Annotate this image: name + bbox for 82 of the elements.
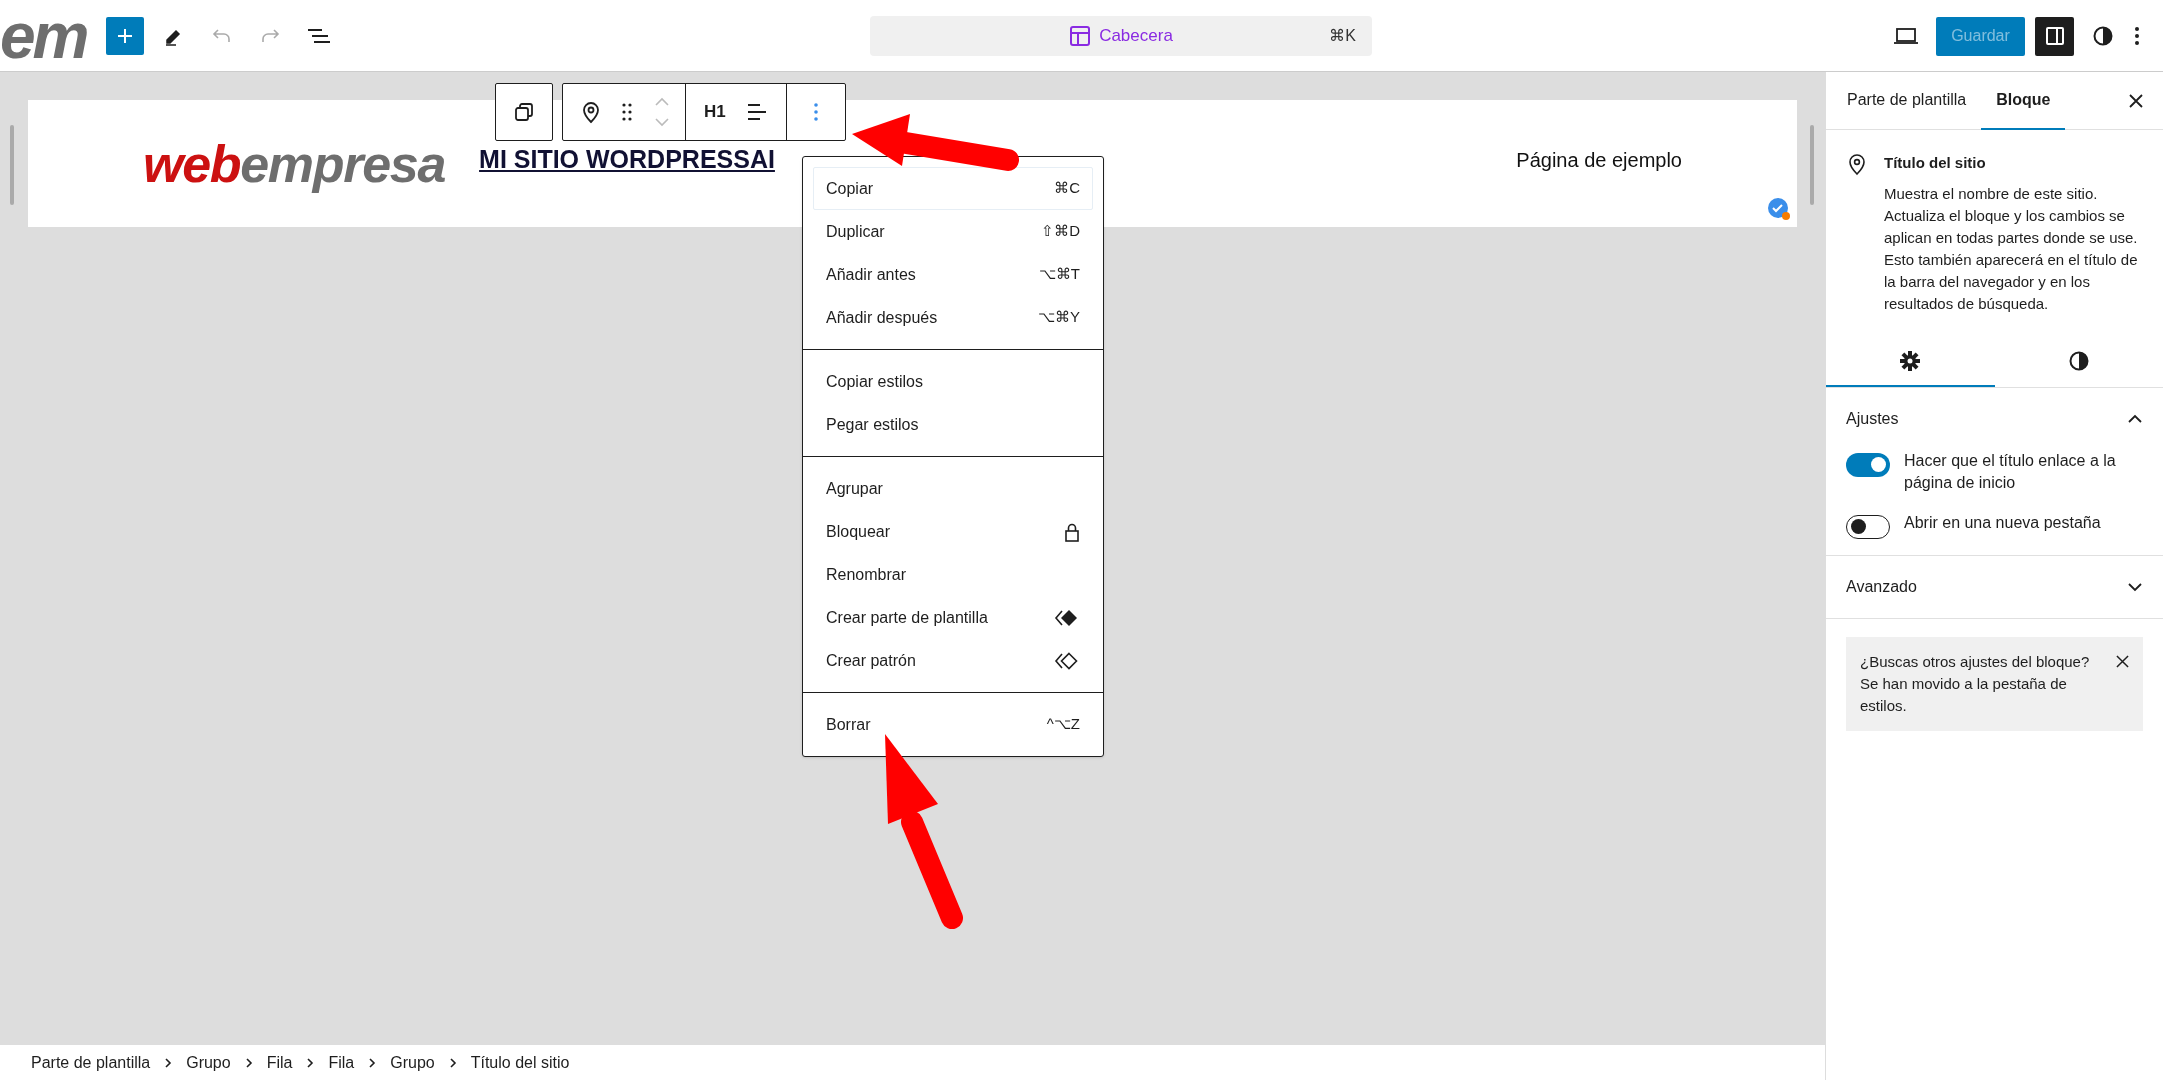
menu-item[interactable]: Crear parte de plantilla (813, 596, 1093, 639)
menu-item-label: Crear parte de plantilla (826, 607, 988, 628)
sidebar-icon (2043, 25, 2066, 47)
chevron-up-icon (2127, 413, 2143, 424)
shortcut-text: ⌥⌘T (1038, 264, 1080, 285)
breadcrumb-item[interactable]: Parte de plantilla (31, 1050, 151, 1075)
toggle-label: Hacer que el título enlace a la página de inicio (1904, 450, 2117, 493)
menu-item-label: Crear patrón (826, 650, 916, 671)
heading-level-button[interactable]: H1 (704, 99, 726, 125)
lock-icon (1064, 521, 1080, 542)
shortcut-text: ⇧⌘D (1041, 221, 1080, 242)
menu-item[interactable]: Renombrar (813, 553, 1093, 596)
drag-handle-icon[interactable] (621, 101, 633, 123)
add-block-button[interactable] (106, 16, 145, 55)
duplicate-icon (513, 101, 535, 123)
command-bar[interactable]: Cabecera ⌘K (870, 16, 1372, 56)
laptop-icon[interactable] (1893, 25, 1919, 47)
menu-item-label: Añadir después (826, 307, 938, 328)
menu-item-label: Borrar (826, 714, 871, 735)
toggle-switch[interactable] (1846, 452, 1890, 477)
menu-item[interactable]: Copiar ⌘C (813, 167, 1093, 210)
chevron-right-icon (448, 1056, 457, 1069)
breadcrumb-item[interactable]: Grupo (390, 1050, 435, 1075)
breadcrumb-item[interactable]: Fila (266, 1050, 293, 1075)
menu-item[interactable]: Bloquear (813, 510, 1093, 553)
menu-item-label: Copiar estilos (826, 371, 923, 392)
panel-header[interactable]: Avanzado (1846, 555, 2143, 618)
filled-diamond-icon (1054, 607, 1080, 628)
menu-item[interactable]: Duplicar ⇧⌘D (813, 210, 1093, 253)
pin-icon (1846, 152, 1868, 176)
scrollbar-handle[interactable] (1810, 125, 1814, 205)
pin-icon[interactable] (581, 100, 601, 124)
chevron-right-icon (306, 1056, 315, 1069)
menu-item-label: Copiar (826, 178, 874, 199)
duplicate-button[interactable] (495, 83, 553, 141)
chevron-down-icon (2127, 581, 2143, 592)
sidebar-tab[interactable]: Parte de plantilla (1832, 71, 1982, 130)
block-description: Muestra el nombre de este sitio. Actualiza el bloque y los cambios se aplican en todas partes donde se use. Esto también aparecerá en el título de la barra del navegador y en los resultados de búsqueda. (1884, 183, 2139, 314)
breadcrumb-item[interactable]: Grupo (186, 1050, 231, 1075)
menu-item-label: Añadir antes (826, 264, 916, 285)
close-icon[interactable] (2129, 94, 2143, 108)
block-title: Título del sitio (1884, 153, 1987, 173)
menu-item[interactable]: Añadir después ⌥⌘Y (813, 296, 1093, 339)
chevron-right-icon (368, 1056, 377, 1069)
panel-header[interactable]: Ajustes (1846, 387, 2143, 450)
toggle-label: Abrir en una nueva pestaña (1904, 512, 2101, 533)
sidebar-toggle-button[interactable] (2035, 16, 2074, 56)
document-title: Cabecera (1099, 25, 1173, 48)
menu-item[interactable]: Copiar estilos (813, 360, 1093, 403)
shortcut-text: ^⌥Z (1046, 714, 1080, 735)
menu-item-label: Pegar estilos (826, 414, 919, 435)
chevron-right-icon (244, 1056, 253, 1069)
menu-item[interactable]: Agrupar (813, 467, 1093, 510)
breadcrumb-item[interactable]: Fila (328, 1050, 355, 1075)
contrast-icon[interactable] (2092, 25, 2114, 47)
menu-item-label: Duplicar (826, 221, 885, 242)
shortcut-text: ⌥⌘Y (1038, 307, 1080, 328)
menu-item[interactable]: Crear patrón (813, 639, 1093, 682)
breadcrumb-item[interactable]: Título del sitio (470, 1050, 570, 1075)
plus-icon (116, 26, 135, 45)
menu-item-label: Bloquear (826, 521, 891, 542)
menu-item-label: Agrupar (826, 478, 883, 499)
outline-diamond-icon (1054, 650, 1080, 671)
menu-item[interactable]: Añadir antes ⌥⌘T (813, 253, 1093, 296)
site-title[interactable]: MI SITIO WORDPRESSAI (479, 140, 775, 179)
nav-link[interactable]: Página de ejemplo (1516, 144, 1682, 175)
menu-item[interactable]: Borrar ^⌥Z (813, 703, 1093, 746)
menu-item[interactable]: Pegar estilos (813, 403, 1093, 446)
scrollbar-handle[interactable] (10, 125, 14, 205)
notice-text: ¿Buscas otros ajustes del bloque? Se han movido a la pestaña de estilos. (1860, 651, 2091, 716)
chevron-right-icon (164, 1056, 173, 1069)
toggle-switch[interactable] (1846, 514, 1890, 539)
menu-item-label: Renombrar (826, 564, 907, 585)
close-icon[interactable] (2116, 654, 2129, 668)
shortcut-text: ⌘C (1054, 178, 1080, 199)
template-icon (1069, 25, 1092, 47)
check-badge-icon (1767, 197, 1791, 221)
sidebar-tab[interactable]: Bloque (1981, 71, 2066, 130)
shortcut-text: ⌘K (1329, 26, 1356, 46)
more-options-icon[interactable] (2134, 25, 2140, 47)
align-icon[interactable] (745, 101, 768, 123)
site-logo[interactable]: em (0, 3, 91, 68)
